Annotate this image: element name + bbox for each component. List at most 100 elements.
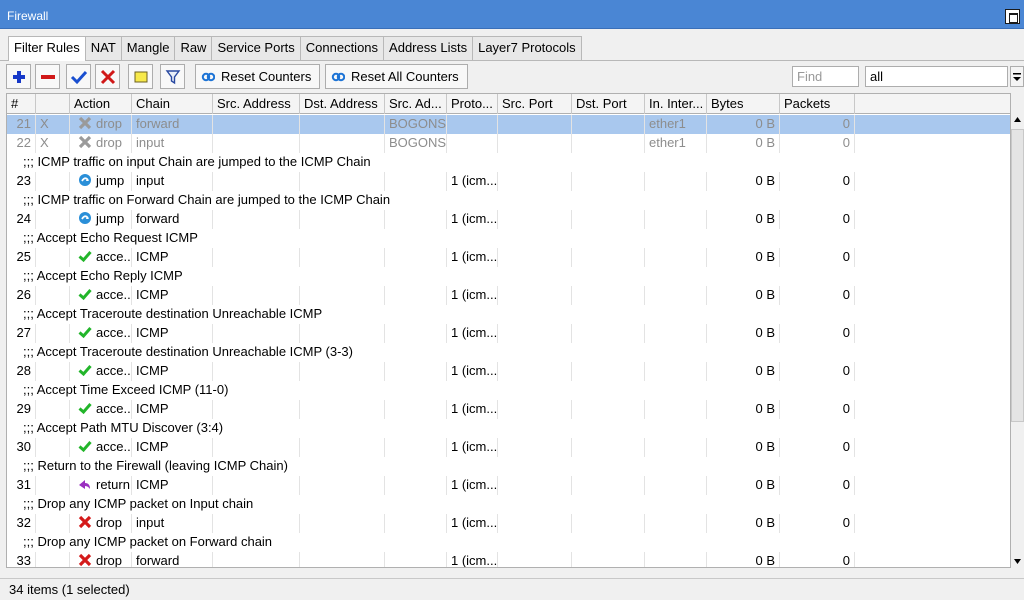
filter-button[interactable] (160, 64, 185, 89)
column-header-flag[interactable] (36, 94, 70, 114)
cell-dst (300, 362, 385, 381)
cell-chain: forward (132, 115, 213, 134)
column-header-src-list[interactable]: Src. Ad... (385, 94, 447, 114)
disable-button[interactable] (95, 64, 120, 89)
table-row[interactable]: 26 acce... ICMP 1 (icm... 0 B0 (7, 286, 1010, 305)
cell-src (213, 438, 300, 457)
filter-select[interactable]: all (865, 66, 1008, 87)
column-header-sport[interactable]: Src. Port (498, 94, 572, 114)
column-header-proto[interactable]: Proto... (447, 94, 498, 114)
cell-bytes: 0 B (707, 476, 780, 495)
cell-packets: 0 (780, 286, 855, 305)
column-header-num[interactable]: # (7, 94, 36, 114)
rule-comment: ;;; Drop any ICMP packet on Input chain (23, 496, 254, 511)
cell-src-list (385, 514, 447, 533)
cell-bytes: 0 B (707, 400, 780, 419)
rule-comment: ;;; Accept Traceroute destination Unreac… (23, 344, 353, 359)
comment-row[interactable]: ;;; Accept Traceroute destination Unreac… (7, 305, 1010, 324)
toolbar: Reset Counters Reset All Counters Find a… (0, 61, 1024, 92)
enable-button[interactable] (66, 64, 91, 89)
cell-flag: X (36, 134, 70, 153)
tab-layer7-protocols[interactable]: Layer7 Protocols (472, 36, 582, 60)
action-label: acce... (96, 401, 132, 416)
scrollbar-thumb[interactable] (1011, 129, 1024, 422)
table-row[interactable]: 33 drop forward 1 (icm... 0 B0 (7, 552, 1010, 567)
comment-row[interactable]: ;;; ICMP traffic on input Chain are jump… (7, 153, 1010, 172)
cell-num: 21 (7, 115, 36, 134)
cell-num: 25 (7, 248, 36, 267)
tab-address-lists[interactable]: Address Lists (383, 36, 474, 60)
comment-row[interactable]: ;;; ICMP traffic on Forward Chain are ju… (7, 191, 1010, 210)
cell-action: jump (70, 210, 132, 229)
find-input[interactable]: Find (792, 66, 859, 87)
cell-packets: 0 (780, 400, 855, 419)
comment-row[interactable]: ;;; Drop any ICMP packet on Forward chai… (7, 533, 1010, 552)
column-header-action[interactable]: Action (70, 94, 132, 114)
cell-bytes: 0 B (707, 210, 780, 229)
remove-button[interactable] (35, 64, 60, 89)
add-button[interactable] (6, 64, 31, 89)
action-label: jump (96, 173, 125, 188)
cell-src (213, 172, 300, 191)
comment-row[interactable]: ;;; Accept Echo Reply ICMP (7, 267, 1010, 286)
filter-dropdown-button[interactable] (1010, 66, 1024, 87)
table-row[interactable]: 28 acce... ICMP 1 (icm... 0 B0 (7, 362, 1010, 381)
action-label: jump (96, 211, 125, 226)
comment-button[interactable] (128, 64, 153, 89)
reset-counters-button[interactable]: Reset Counters (195, 64, 321, 89)
column-header-in-iface[interactable]: In. Inter... (645, 94, 707, 114)
tab-filter-rules[interactable]: Filter Rules (8, 36, 86, 61)
rule-comment: ;;; Return to the Firewall (leaving ICMP… (23, 458, 288, 473)
cell-src-list (385, 210, 447, 229)
cell-dport (572, 362, 645, 381)
title-bar[interactable]: Firewall (0, 0, 1024, 29)
table-row[interactable]: 32 drop input 1 (icm... 0 B0 (7, 514, 1010, 533)
table-row[interactable]: 30 acce... ICMP 1 (icm... 0 B0 (7, 438, 1010, 457)
table-header: # Action Chain Src. Address Dst. Address Src.… (7, 94, 1010, 114)
tab-mangle[interactable]: Mangle (120, 36, 176, 60)
table-row[interactable]: 22 Xdrop input BOGONS ether1 0 B0 (7, 134, 1010, 153)
reset-all-counters-button[interactable]: Reset All Counters (325, 64, 468, 89)
action-label: return (96, 477, 130, 492)
tab-nat[interactable]: NAT (84, 36, 122, 60)
scroll-up-button[interactable] (1011, 113, 1024, 126)
cell-sport (498, 172, 572, 191)
column-header-bytes[interactable]: Bytes (707, 94, 780, 114)
table-row[interactable]: 24 jump forward 1 (icm... 0 B0 (7, 210, 1010, 229)
drop-icon (78, 553, 96, 567)
column-header-src[interactable]: Src. Address (213, 94, 300, 114)
scroll-down-button[interactable] (1011, 555, 1024, 568)
column-header-chain[interactable]: Chain (132, 94, 213, 114)
tab-service-ports[interactable]: Service Ports (211, 36, 301, 60)
column-header-packets[interactable]: Packets (780, 94, 855, 114)
table-row[interactable]: 31 return ICMP 1 (icm... 0 B0 (7, 476, 1010, 495)
comment-row[interactable]: ;;; Accept Path MTU Discover (3:4) (7, 419, 1010, 438)
arrow-up-icon (1014, 117, 1021, 122)
cell-src (213, 400, 300, 419)
comment-row[interactable]: ;;; Accept Echo Request ICMP (7, 229, 1010, 248)
comment-row[interactable]: ;;; Return to the Firewall (leaving ICMP… (7, 457, 1010, 476)
comment-row[interactable]: ;;; Drop any ICMP packet on Input chain (7, 495, 1010, 514)
tab-connections[interactable]: Connections (299, 36, 385, 60)
cell-packets: 0 (780, 134, 855, 153)
vertical-scrollbar[interactable] (1011, 93, 1024, 568)
cell-src (213, 134, 300, 153)
cell-proto (447, 115, 498, 134)
comment-row[interactable]: ;;; Accept Time Exceed ICMP (11-0) (7, 381, 1010, 400)
table-row[interactable]: 29 acce... ICMP 1 (icm... 0 B0 (7, 400, 1010, 419)
table-row[interactable]: 27 acce... ICMP 1 (icm... 0 B0 (7, 324, 1010, 343)
table-row[interactable]: 25 acce... ICMP 1 (icm... 0 B0 (7, 248, 1010, 267)
cell-dport (572, 172, 645, 191)
maximize-button[interactable] (1005, 9, 1020, 24)
cell-num: 27 (7, 324, 36, 343)
cell-src-list (385, 438, 447, 457)
cell-action: jump (70, 172, 132, 191)
column-header-dst[interactable]: Dst. Address (300, 94, 385, 114)
comment-row[interactable]: ;;; Accept Traceroute destination Unreac… (7, 343, 1010, 362)
tab-raw[interactable]: Raw (174, 36, 213, 60)
table-row[interactable]: 23 jump input 1 (icm... 0 B0 (7, 172, 1010, 191)
cell-bytes: 0 B (707, 248, 780, 267)
table-row[interactable]: 21 Xdrop forward BOGONS ether1 0 B0 (7, 115, 1010, 134)
cell-action: acce... (70, 400, 132, 419)
column-header-dport[interactable]: Dst. Port (572, 94, 645, 114)
